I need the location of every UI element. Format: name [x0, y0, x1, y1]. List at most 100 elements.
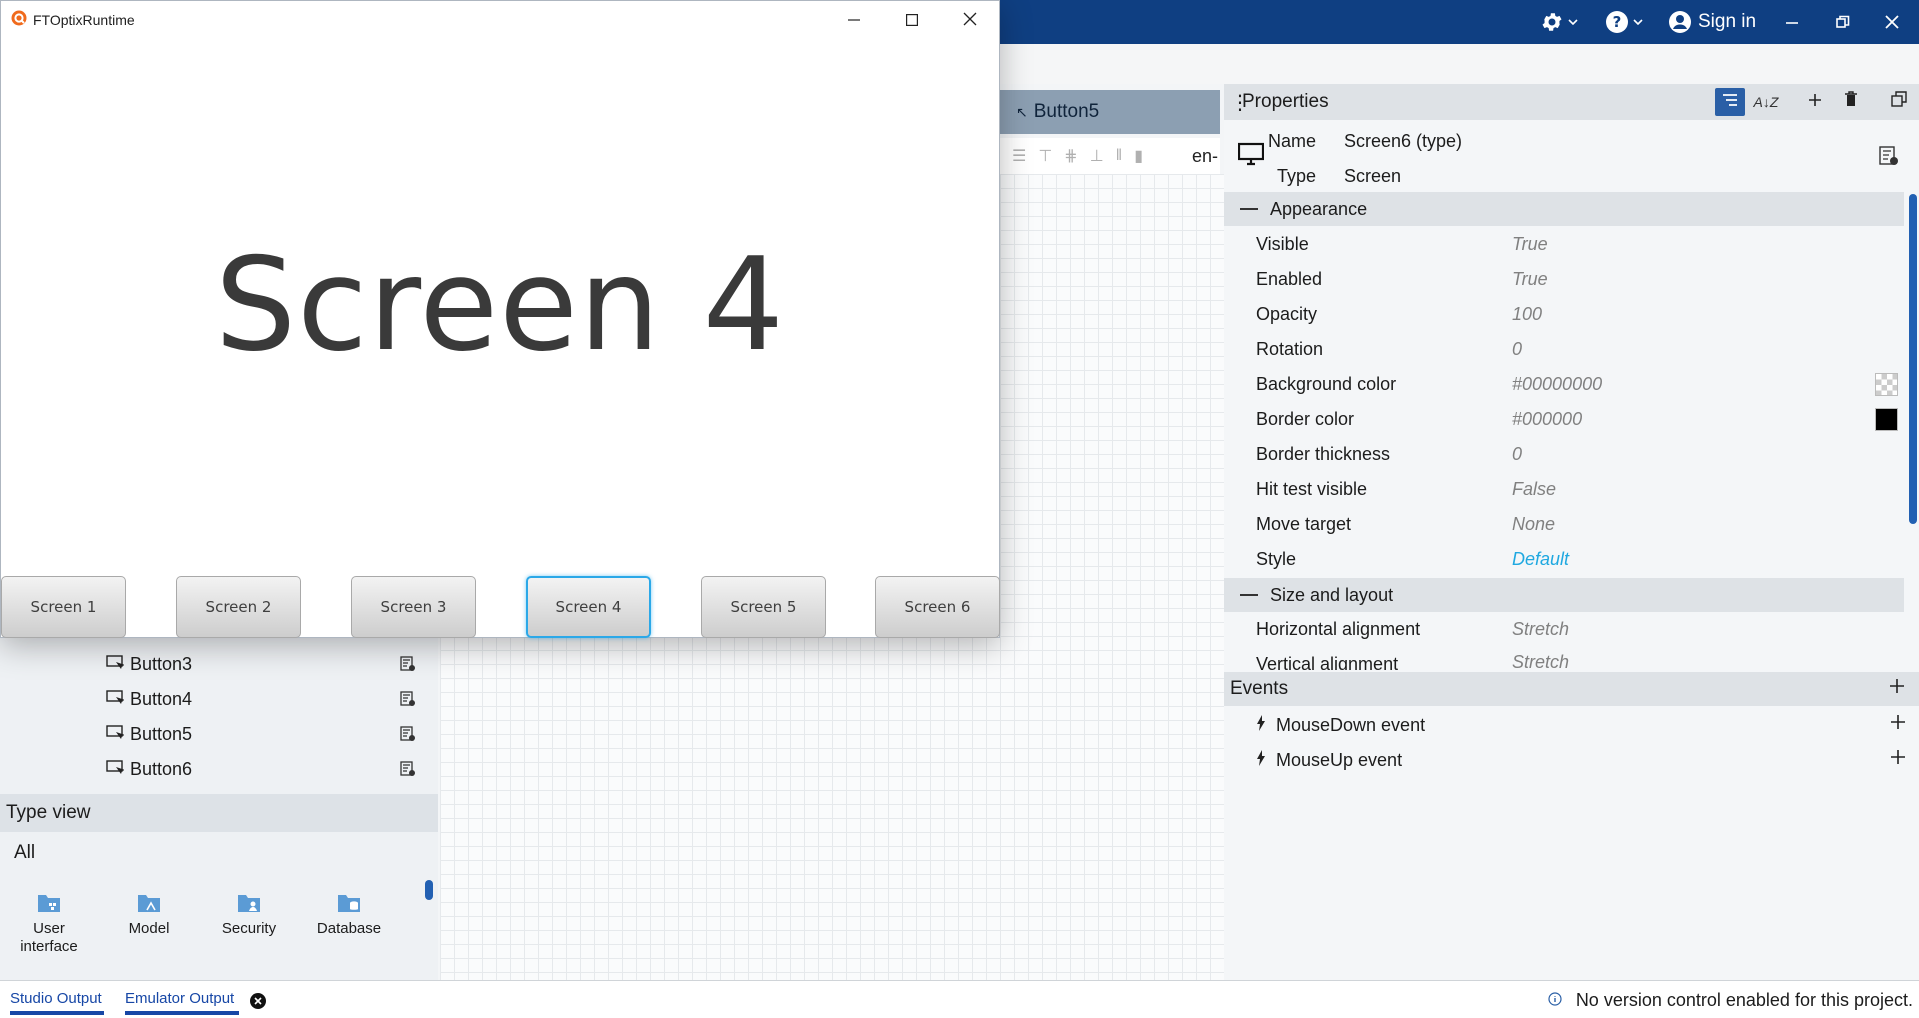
category-sort-icon: [1721, 91, 1739, 113]
properties-scrollbar[interactable]: [1909, 194, 1917, 524]
property-label: Vertical alignment: [1256, 653, 1399, 671]
type-view-user-interface[interactable]: User interface: [4, 892, 94, 956]
property-value[interactable]: #00000000: [1512, 374, 1602, 395]
screen-5-button[interactable]: Screen 5: [701, 576, 826, 638]
screen-3-button[interactable]: Screen 3: [351, 576, 476, 638]
runtime-close-button[interactable]: [941, 1, 999, 39]
properties-icon[interactable]: [400, 691, 416, 712]
tree-item[interactable]: Button4: [106, 682, 416, 716]
drag-handle-icon[interactable]: ⋮: [1230, 90, 1250, 115]
plus-icon: [1808, 91, 1822, 113]
close-icon: [1885, 15, 1899, 29]
property-value[interactable]: Stretch: [1512, 619, 1569, 640]
restore-button[interactable]: [1836, 0, 1850, 44]
property-row-border-color: Border color #000000: [1256, 402, 1898, 437]
black-color-swatch[interactable]: [1875, 408, 1898, 431]
property-label: Rotation: [1256, 339, 1324, 359]
tree-item[interactable]: Button6: [106, 752, 416, 786]
property-label: Border thickness: [1256, 444, 1391, 464]
type-view-model[interactable]: Model: [104, 892, 194, 938]
security-folder-icon: [204, 892, 294, 914]
property-value[interactable]: False: [1512, 479, 1556, 500]
property-value[interactable]: None: [1512, 514, 1555, 535]
type-view-security[interactable]: Security: [204, 892, 294, 938]
property-row-enabled: Enabled True: [1256, 262, 1896, 297]
settings-menu[interactable]: [1540, 0, 1578, 44]
properties-icon[interactable]: [400, 726, 416, 747]
properties-header: ⋮ Properties A↓Z: [1224, 84, 1919, 120]
event-label: MouseDown event: [1276, 715, 1426, 735]
language-selector[interactable]: en-: [1191, 145, 1220, 167]
runtime-title-bar[interactable]: FTOptixRuntime: [1, 1, 999, 39]
properties-icon[interactable]: [400, 761, 416, 782]
close-button[interactable]: [1885, 0, 1899, 44]
delete-property-button[interactable]: [1836, 88, 1866, 116]
property-row-rotation: Rotation 0: [1256, 332, 1896, 367]
screen-4-button[interactable]: Screen 4: [526, 576, 651, 638]
size-layout-section-header[interactable]: Size and layout: [1224, 578, 1904, 612]
property-value[interactable]: Stretch: [1512, 652, 1569, 670]
detach-panel-button[interactable]: [1884, 88, 1914, 116]
properties-icon[interactable]: [400, 656, 416, 677]
align-bottom-icon[interactable]: ⊥: [1090, 146, 1104, 166]
property-value[interactable]: 0: [1512, 444, 1522, 465]
edit-properties-icon[interactable]: [1879, 146, 1899, 171]
tree-item[interactable]: Button5: [106, 717, 416, 751]
property-value[interactable]: True: [1512, 269, 1548, 290]
event-row-mouseup: MouseUp event: [1256, 743, 1906, 778]
help-menu[interactable]: ?: [1605, 0, 1643, 44]
info-icon: [1548, 990, 1576, 1011]
status-message: No version control enabled for this proj…: [1575, 990, 1913, 1010]
property-value[interactable]: 0: [1512, 339, 1522, 360]
account-icon: [1668, 10, 1692, 34]
property-row-style: Style Default: [1256, 542, 1896, 577]
appearance-section-header[interactable]: Appearance: [1224, 192, 1904, 226]
type-view-database[interactable]: Database: [304, 892, 394, 938]
chevron-down-icon: [1568, 19, 1578, 25]
lightning-icon: [1256, 715, 1266, 736]
property-value[interactable]: #000000: [1512, 409, 1582, 430]
type-view-item-label: Database: [316, 920, 382, 937]
close-output-icon[interactable]: [250, 993, 266, 1014]
transparent-color-swatch[interactable]: [1875, 373, 1898, 396]
property-label: Opacity: [1256, 304, 1318, 324]
minimize-button[interactable]: [1785, 0, 1799, 44]
delete-icon[interactable]: ▮: [1134, 146, 1143, 166]
screen-1-button[interactable]: Screen 1: [1, 576, 126, 638]
runtime-minimize-button[interactable]: [825, 1, 883, 39]
add-handler-icon[interactable]: [1890, 749, 1906, 770]
screen-2-button[interactable]: Screen 2: [176, 576, 301, 638]
property-label: Border color: [1256, 409, 1355, 429]
add-handler-icon[interactable]: [1890, 714, 1906, 735]
property-row-horizontal-alignment: Horizontal alignment Stretch: [1256, 612, 1896, 647]
sort-alphabetical-button[interactable]: A↓Z: [1751, 88, 1781, 116]
property-row-visible: Visible True: [1256, 227, 1896, 262]
sort-by-category-button[interactable]: [1715, 88, 1745, 116]
sign-in-button[interactable]: Sign in: [1668, 0, 1756, 44]
property-row-vertical-alignment: Vertical alignment Stretch: [1256, 644, 1896, 670]
status-bar: Studio Output Emulator Output No version…: [0, 980, 1919, 1018]
editor-tab-button5[interactable]: ↖ Button5: [1000, 90, 1220, 134]
studio-output-tab[interactable]: Studio Output: [10, 987, 104, 1015]
name-value: Screen6 (type): [1344, 131, 1463, 151]
screen-6-button[interactable]: Screen 6: [875, 576, 1000, 638]
cursor-icon: ↖: [1016, 103, 1028, 120]
add-event-icon[interactable]: [1889, 678, 1905, 700]
add-property-button[interactable]: [1800, 88, 1830, 116]
emulator-output-tab[interactable]: Emulator Output: [125, 987, 239, 1015]
property-value-link[interactable]: Default: [1512, 549, 1569, 570]
align-left-icon[interactable]: ☰: [1012, 146, 1026, 166]
distribute-icon[interactable]: ‖: [1116, 147, 1123, 165]
tree-item-label: Button5: [130, 723, 193, 744]
type-view-filter[interactable]: All: [14, 842, 35, 864]
model-folder-icon: [104, 892, 194, 914]
runtime-maximize-button[interactable]: [883, 1, 941, 39]
property-value[interactable]: True: [1512, 234, 1548, 255]
property-value[interactable]: 100: [1512, 304, 1542, 325]
tree-item[interactable]: Button3: [106, 647, 416, 681]
property-label: Hit test visible: [1256, 479, 1368, 499]
type-view-scrollbar[interactable]: [425, 880, 433, 900]
align-middle-icon[interactable]: ⋕: [1064, 146, 1077, 166]
align-top-icon[interactable]: ⊤: [1038, 146, 1052, 166]
runtime-window-title: FTOptixRuntime: [33, 12, 135, 28]
